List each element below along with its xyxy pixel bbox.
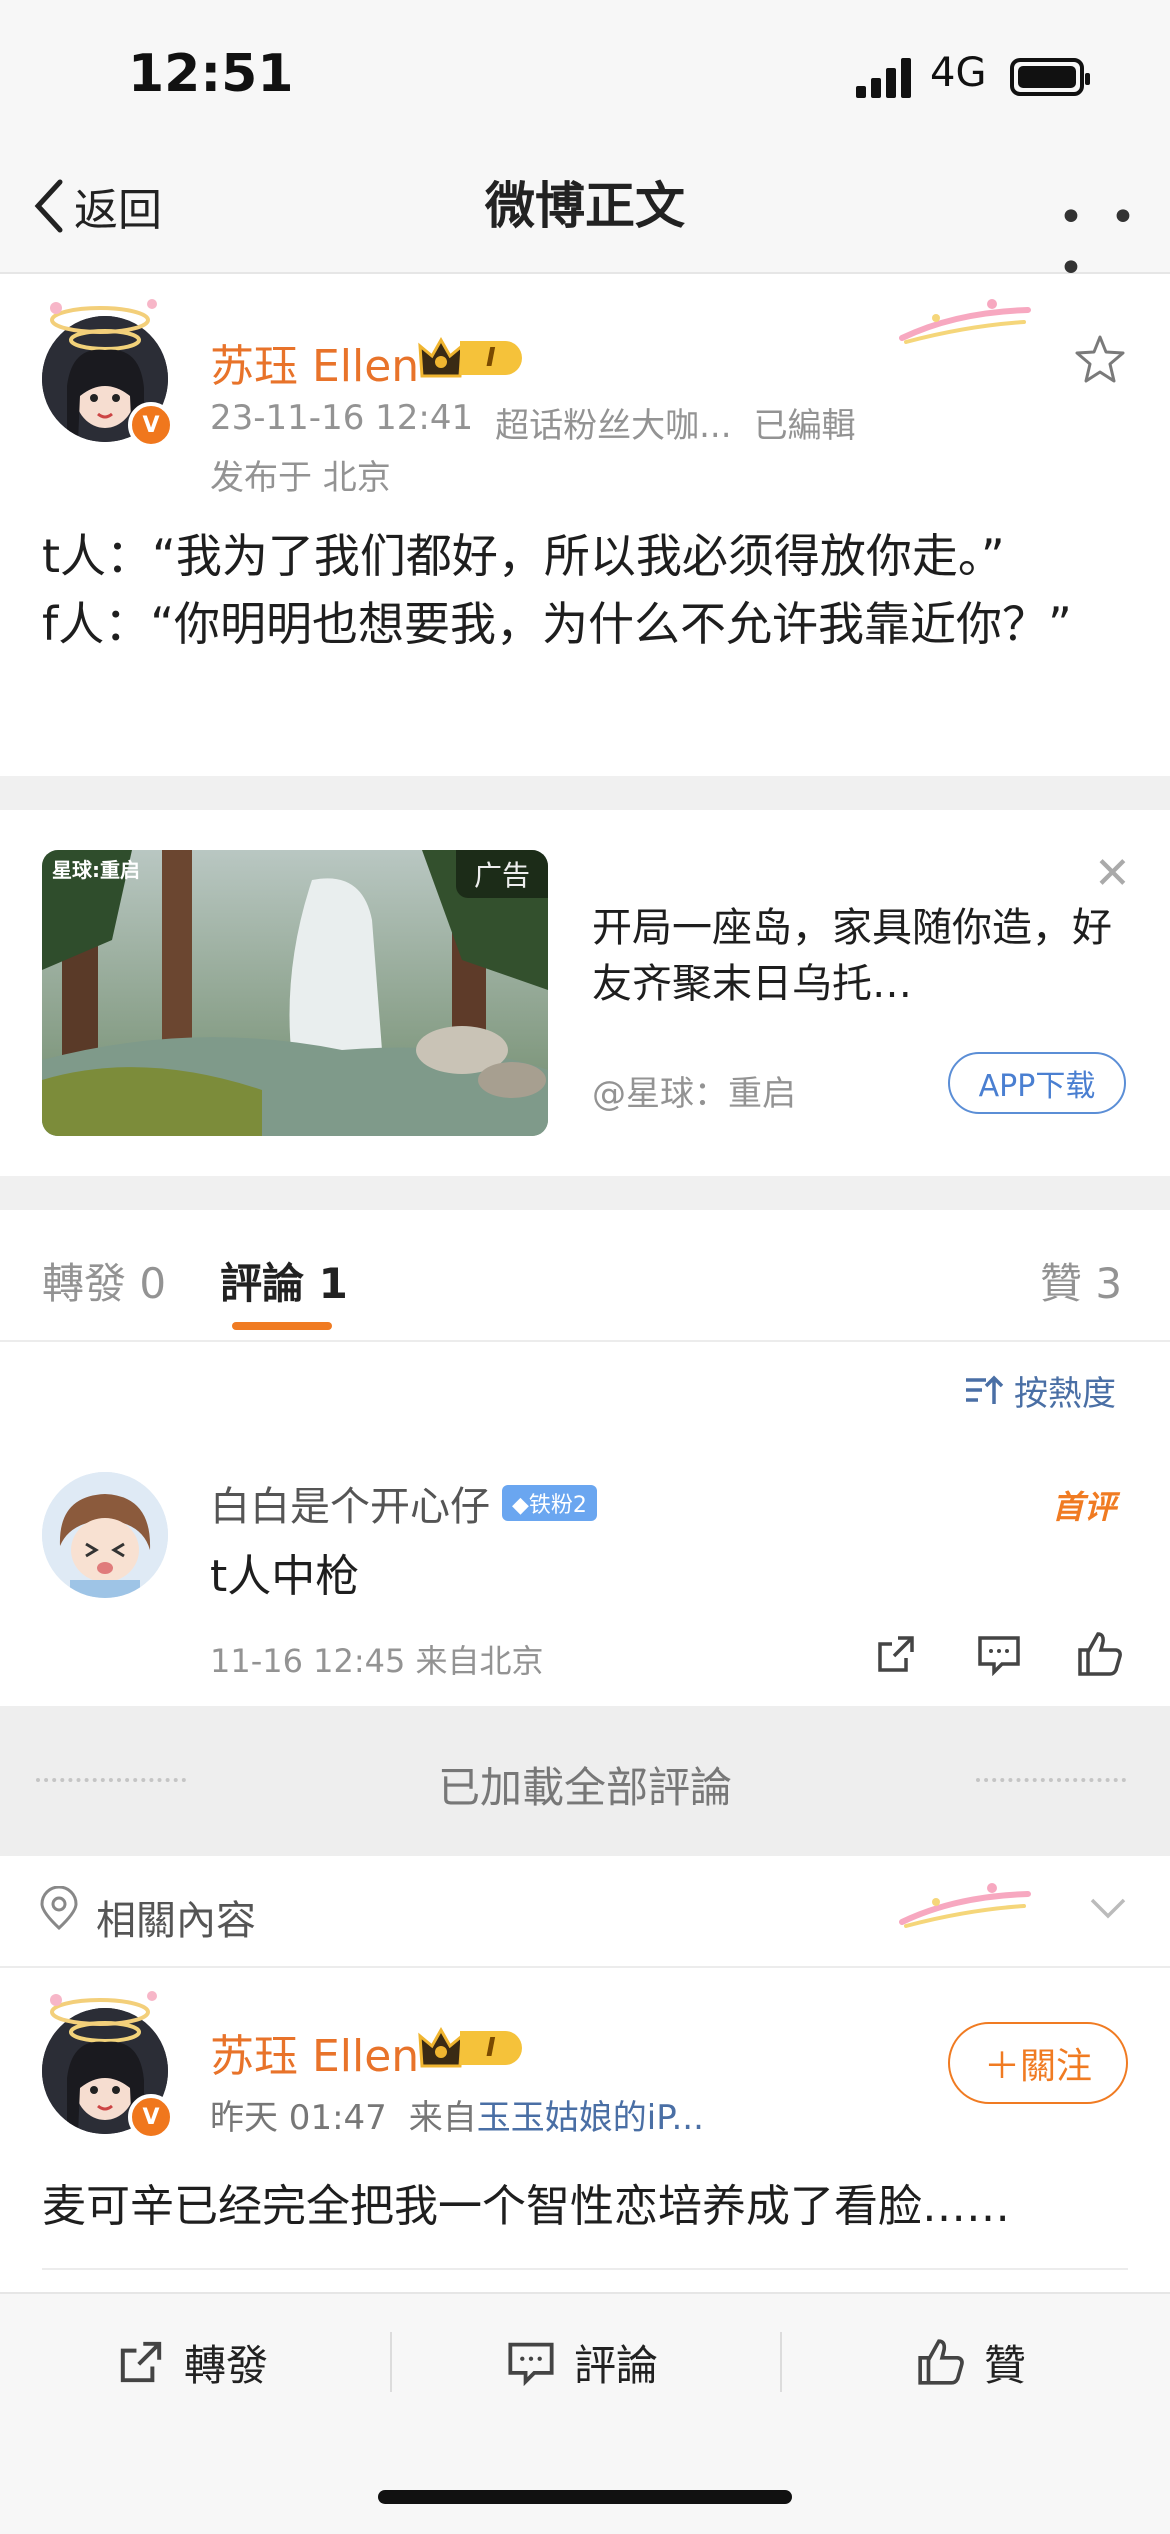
- tab-comments[interactable]: 評論 1: [220, 1250, 348, 1311]
- commenter-avatar-illustration: [42, 1472, 168, 1598]
- status-time: 12:51: [128, 44, 294, 104]
- fan-level-badge: ◆铁粉2: [502, 1485, 597, 1521]
- back-button[interactable]: 返回: [32, 176, 162, 236]
- post-timestamp: 23-11-16 12:41: [210, 398, 474, 438]
- commenter-avatar[interactable]: [42, 1472, 168, 1598]
- related-author-name[interactable]: 苏珏 Ellen: [210, 2020, 419, 2084]
- more-options-button[interactable]: • • •: [1058, 192, 1170, 294]
- commenter-name-row: 白白是个开心仔 ◆铁粉2: [210, 1474, 597, 1532]
- post-source[interactable]: 超话粉丝大咖...: [495, 398, 731, 447]
- star-favorite-icon[interactable]: [1074, 334, 1126, 384]
- sort-by-hot-button[interactable]: 按熱度: [964, 1366, 1116, 1415]
- related-post-text[interactable]: 麦可辛已经完全把我一个智性恋培养成了看脸……: [42, 2170, 1010, 2234]
- post-edited-label: 已編輯: [753, 406, 856, 446]
- home-indicator[interactable]: [378, 2490, 792, 2504]
- divider-dots-right: [976, 1778, 1126, 1782]
- ad-source[interactable]: @星球：重启: [592, 1066, 796, 1115]
- location-pin-icon: [40, 1886, 78, 1931]
- comment-icon: [508, 2342, 554, 2386]
- comment-meta: 11-16 12:45 来自北京: [210, 1642, 544, 1680]
- related-time: 昨天 01:47: [210, 2098, 387, 2138]
- related-content-label: 相關內容: [96, 1898, 256, 1944]
- network-label: 4G: [930, 50, 987, 96]
- ad-close-button[interactable]: ✕: [1094, 848, 1131, 899]
- diamond-icon: ◆: [512, 1493, 529, 1518]
- level-number: I: [460, 2031, 522, 2065]
- decoration-sparkle-icon: [899, 299, 1031, 344]
- repost-label: 轉發: [184, 2340, 269, 2390]
- level-badge: I: [418, 2026, 522, 2070]
- commenter-name[interactable]: 白白是个开心仔: [210, 1474, 490, 1532]
- chevron-left-icon: [34, 179, 63, 233]
- ad-headline[interactable]: 开局一座岛，家具随你造，好友齐聚末日乌托…: [592, 900, 1112, 1012]
- all-comments-loaded-text: 已加載全部評論: [437, 1763, 732, 1812]
- follow-button[interactable]: ＋關注: [948, 2022, 1128, 2104]
- comment-button[interactable]: 評論: [506, 2330, 658, 2394]
- ad-tag: 广告: [455, 850, 548, 898]
- post-body: t人：“我为了我们都好，所以我必须得放你走。” f人：“你明明也想要我，为什么不…: [42, 529, 1072, 651]
- verified-badge: V: [128, 402, 174, 448]
- level-badge: I: [418, 336, 522, 380]
- ad-image[interactable]: 星球:重启 广告: [42, 850, 548, 1136]
- section-divider: [0, 776, 1170, 810]
- tab-bar: [0, 1210, 1170, 1342]
- halo-decoration-icon: [50, 299, 157, 334]
- like-icon[interactable]: [1076, 1630, 1124, 1678]
- sort-label: 按熱度: [1014, 1374, 1116, 1414]
- first-comment-tag: 首评: [1052, 1488, 1117, 1526]
- section-divider: [0, 1176, 1170, 1210]
- active-tab-indicator: [232, 1322, 332, 1330]
- thumbs-up-icon: [918, 2339, 964, 2385]
- comment-label: 評論: [574, 2340, 659, 2390]
- sort-icon: [966, 1375, 1004, 1404]
- related-source-link[interactable]: 玉玉姑娘的iP...: [477, 2098, 704, 2138]
- tab-likes[interactable]: 贊 3: [1040, 1250, 1122, 1311]
- chevron-down-icon[interactable]: [1088, 1896, 1128, 1920]
- app-download-button[interactable]: APP下载: [948, 1052, 1126, 1114]
- verified-badge: V: [128, 2094, 174, 2140]
- toolbar-divider: [780, 2332, 782, 2392]
- back-label: 返回: [74, 185, 162, 236]
- repost-button[interactable]: 轉發: [116, 2330, 268, 2394]
- like-button[interactable]: 贊: [916, 2330, 1026, 2394]
- level-number: I: [460, 341, 522, 375]
- decoration-sparkle-icon: [899, 1883, 1031, 1928]
- halo-decoration-icon: [50, 1991, 157, 2026]
- post-location: 发布于 北京: [210, 458, 391, 498]
- signal-icon: [856, 58, 911, 98]
- page-title: 微博正文: [485, 177, 685, 235]
- fan-level-label: 铁粉2: [528, 1493, 587, 1518]
- reply-comment-icon[interactable]: [976, 1632, 1022, 1676]
- related-source: 来自玉玉姑娘的iP...: [409, 2090, 704, 2139]
- tab-reposts[interactable]: 轉發 0: [42, 1250, 166, 1311]
- related-source-prefix: 来自: [408, 2098, 477, 2138]
- related-divider: [42, 2268, 1128, 2270]
- author-name[interactable]: 苏珏 Ellen: [210, 330, 419, 394]
- crown-icon: [418, 336, 464, 378]
- like-label: 贊: [984, 2340, 1027, 2390]
- toolbar-divider: [390, 2332, 392, 2392]
- comment-text: t人中枪: [210, 1551, 360, 1602]
- crown-icon: [418, 2026, 464, 2068]
- ad-image-logo: 星球:重启: [52, 858, 140, 882]
- battery-icon: [1010, 58, 1090, 96]
- post-meta-line: 23-11-16 12:41 超话粉丝大咖... 已編輯: [210, 398, 856, 447]
- related-meta: 昨天 01:47 来自玉玉姑娘的iP...: [210, 2090, 704, 2139]
- share-icon[interactable]: [874, 1632, 918, 1676]
- repost-icon: [120, 2341, 162, 2383]
